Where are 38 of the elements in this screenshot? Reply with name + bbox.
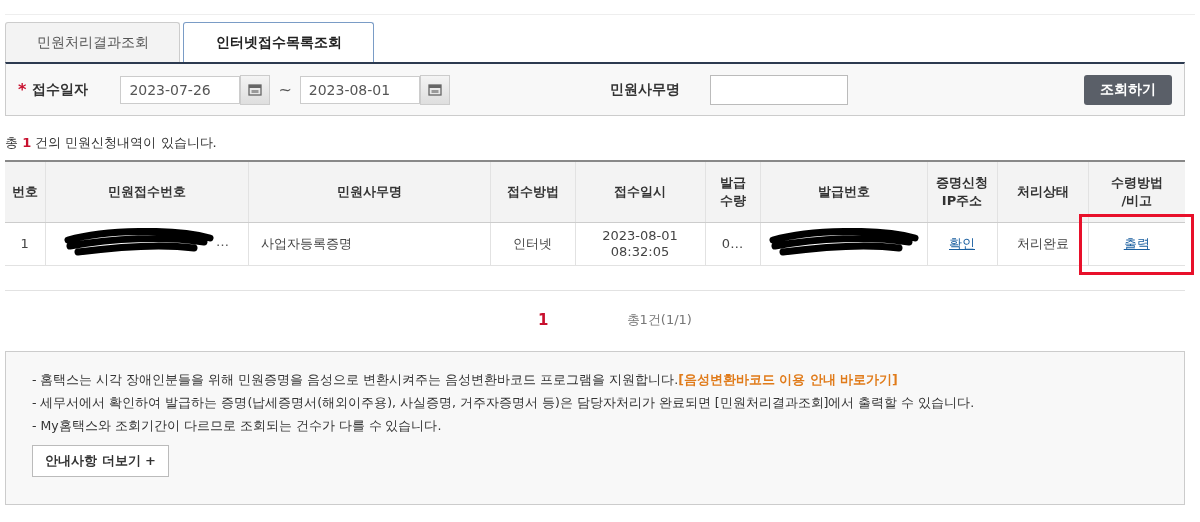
- column-header: 발급 수량: [705, 161, 760, 223]
- result-summary: 총 1 건의 민원신청내역이 있습니다.: [5, 134, 218, 152]
- notice-text: - 홈택스는 시각 장애인분들을 위해 민원증명을 음성으로 변환시켜주는 음성변환바코드 프로그램을 지원합니다.[음성변환바코드 이용 안내 바로가기]: [32, 372, 899, 389]
- column-header: 발급번호: [760, 161, 927, 223]
- table-cell: 2023-08-01 08:32:05: [575, 222, 705, 266]
- date-field[interactable]: 2023-07-26: [120, 75, 241, 104]
- table-cell: 0…: [705, 222, 760, 266]
- search-button[interactable]: 조회하기: [1084, 74, 1172, 105]
- table-cell: 사업자등록증명: [248, 222, 490, 266]
- calendar-icon[interactable]: [419, 74, 450, 105]
- notice-text: - My홈택스와 조회기간이 다르므로 조회되는 건수가 다를 수 있습니다.: [32, 418, 443, 435]
- column-header: 수령방법 /비고: [1088, 161, 1185, 223]
- more-button[interactable]: 안내사항 더보기 +: [32, 445, 169, 477]
- column-header: 증명신청 IP주소: [927, 161, 997, 223]
- column-header: 접수방법: [490, 161, 575, 223]
- table-cell: 1: [5, 222, 45, 266]
- truncation-ellipsis: …: [216, 233, 229, 250]
- column-header: 민원접수번호: [45, 161, 248, 223]
- date-field[interactable]: 2023-08-01: [299, 75, 420, 104]
- input-field[interactable]: [709, 74, 848, 105]
- notice-text: - 세무서에서 확인하여 발급하는 증명(납세증명서(해외이주용), 사실증명, 거주자증명서 등)은 담당자처리가 완료되면 [민원처리결과조회]에서 출력할 수 있습니다.: [32, 395, 976, 412]
- page-total: 총1건(1/1): [626, 311, 692, 329]
- calendar-icon[interactable]: [240, 74, 271, 105]
- table-link[interactable]: 출력: [1123, 235, 1150, 251]
- column-header: 번호: [5, 161, 45, 223]
- tab[interactable]: 인터넷접수목록조회: [183, 22, 374, 62]
- column-header: 민원사무명: [248, 161, 490, 223]
- column-header: 접수일시: [575, 161, 705, 223]
- page-number[interactable]: 1: [538, 311, 549, 329]
- required-mark: *: [18, 80, 27, 99]
- table-cell: 인터넷: [490, 222, 575, 266]
- field-label: 접수일자: [32, 80, 90, 99]
- field-label: 민원사무명: [609, 80, 681, 99]
- table-link[interactable]: 확인: [949, 235, 975, 251]
- tab[interactable]: 민원처리결과조회: [5, 22, 180, 62]
- range-separator: ~: [278, 80, 292, 99]
- table-cell: 처리완료: [997, 222, 1088, 266]
- column-header: 처리상태: [997, 161, 1088, 223]
